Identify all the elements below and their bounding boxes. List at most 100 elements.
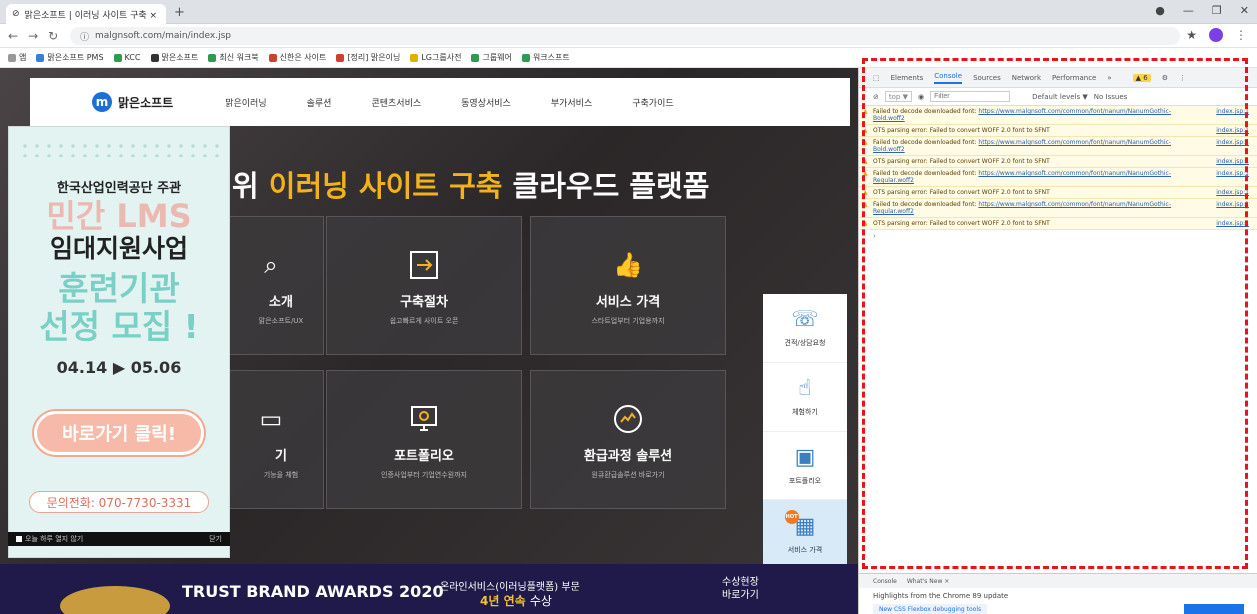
portfolio-monitor-icon [408, 399, 440, 439]
whats-new-link[interactable]: New CSS Flexbox debugging tools [873, 604, 988, 614]
menu-item-guide[interactable]: 구축가이드 [632, 96, 673, 109]
logo-mark-icon: m [92, 92, 112, 112]
headline-highlight: 이러닝 사이트 구축 [268, 169, 503, 203]
learn-more-button[interactable] [1184, 604, 1244, 614]
menu-item-solution[interactable]: 솔루션 [307, 96, 332, 109]
tab-favicon-icon: ⊘ [12, 9, 20, 19]
bookmark-label: 맑은소프트 PMS [47, 53, 104, 62]
popup-hide-today[interactable]: 오늘 하루 열지 않기 [16, 534, 83, 544]
drawer-tabs: Console What's New × [859, 574, 1257, 588]
hero-headline: 위 이러닝 사이트 구축 클라우드 플랫폼 [232, 163, 709, 205]
bookmark-item[interactable]: 맑은소프트 PMS [36, 52, 104, 63]
omnibox[interactable]: ⓘ malgnsoft.com/main/index.jsp [70, 27, 1180, 45]
card-refund[interactable]: 환급과정 솔루션 원큐환급솔루션 바로가기 [530, 370, 726, 509]
quick-item-portfolio[interactable]: ▣ 포트폴리오 [763, 432, 847, 501]
calculator-icon: HOT ▦ [784, 509, 815, 539]
bookmark-icon [336, 53, 345, 62]
card-title: 환급과정 솔루션 [583, 449, 673, 464]
bookmark-item[interactable]: 맑은소프트 [150, 52, 199, 63]
popup-lms: 민간 LMS [46, 197, 192, 235]
site-info-icon[interactable]: ⓘ [80, 30, 89, 43]
site-logo[interactable]: m 맑은소프트 [92, 92, 173, 112]
bookmark-star-icon[interactable]: ★ [1186, 28, 1197, 42]
award-medal-icon [60, 586, 170, 614]
profile-avatar[interactable] [1209, 28, 1223, 42]
bookmark-icon [8, 53, 16, 62]
bookmark-item[interactable]: LG그룹사전 [410, 52, 461, 63]
drawer-tab-whats-new[interactable]: What's New × [907, 578, 949, 585]
address-bar-row: ← → ↻ ⓘ malgnsoft.com/main/index.jsp ★ ⋮ [0, 24, 1257, 48]
popup-footer: 오늘 하루 열지 않기 닫기 [8, 532, 230, 546]
restore-icon[interactable]: ❐ [1212, 4, 1222, 17]
menu-item-elearning[interactable]: 맑은이러닝 [225, 96, 266, 109]
process-icon [408, 245, 440, 285]
devices-icon: ▣ [794, 444, 816, 470]
awards-link[interactable]: 수상현장 바로가기 [722, 576, 759, 602]
site-nav: m 맑은소프트 맑은이러닝 솔루션 콘텐츠서비스 동영상서비스 부가서비스 구축… [30, 78, 850, 126]
drawer-tab-console[interactable]: Console [873, 578, 897, 585]
thumbs-up-icon: 👍 [613, 251, 643, 279]
bookmark-icon [208, 53, 217, 62]
bookmark-icon [521, 53, 530, 62]
awards-years-count: 4년 연속 [480, 594, 526, 608]
bookmark-label: 신한은 사이트 [279, 53, 327, 62]
menu-item-video[interactable]: 동영상서비스 [461, 96, 511, 109]
menu-item-addon[interactable]: 부가서비스 [551, 96, 592, 109]
quick-label: 견적/상담요청 [784, 339, 826, 348]
quick-label: 서비스 가격 [787, 545, 823, 554]
card-price[interactable]: 👍 서비스 가격 스타트업부터 기업용까지 [530, 216, 726, 355]
awards-banner[interactable]: TRUST BRAND AWARDS 2020 온라인서비스(이러닝플랫폼) 부… [0, 564, 858, 614]
bookmark-item[interactable]: [정리] 맑은이닝 [336, 52, 400, 63]
awards-link-line2: 바로가기 [722, 590, 759, 601]
new-tab-button[interactable]: + [174, 5, 185, 20]
devtools-drawer: Console What's New × Highlights from the… [859, 573, 1257, 614]
bookmark-item[interactable]: 그룹웨어 [471, 52, 512, 63]
reload-icon[interactable]: ↻ [48, 29, 58, 43]
popup-phone: 문의전화: 070-7730-3331 [29, 491, 209, 513]
card-process[interactable]: 구축절차 쉽고빠르게 사이트 오픈 [326, 216, 522, 355]
popup-recruit-1: 훈련기관 [58, 269, 180, 308]
awards-subtitle: 온라인서비스(이러닝플랫폼) 부문 [440, 582, 580, 593]
quick-item-price[interactable]: HOT ▦ 서비스 가격 [763, 500, 847, 569]
window-controls: ● — ❐ ✕ [1155, 4, 1249, 17]
red-dashed-highlight [862, 58, 1248, 569]
bookmark-label: LG그룹사전 [421, 53, 462, 62]
awards-years-suffix: 수상 [529, 594, 552, 608]
popup-dates: 04.14 ▶ 05.06 [56, 358, 182, 377]
card-title: 포트폴리오 [394, 449, 454, 464]
card-subtitle: 스타트업부터 기업용까지 [591, 317, 665, 325]
refund-circle-icon [612, 399, 644, 439]
card-subtitle: 원큐환급솔루션 바로가기 [591, 471, 665, 479]
quick-item-consult[interactable]: ☏ 견적/상담요청 [763, 294, 847, 363]
close-icon[interactable]: ✕ [1240, 4, 1249, 17]
bookmark-item[interactable]: KCC [113, 53, 141, 62]
bookmark-icon [36, 53, 45, 62]
browser-tab[interactable]: ⊘ 맑은소프트 | 이러닝 사이트 구축 × [6, 4, 166, 24]
site-menu: 맑은이러닝 솔루션 콘텐츠서비스 동영상서비스 부가서비스 구축가이드 [225, 96, 673, 109]
minimize-icon[interactable]: — [1183, 4, 1194, 17]
tab-title: 맑은소프트 | 이러닝 사이트 구축 × [24, 10, 158, 21]
bookmark-label: 맑은소프트 [161, 53, 199, 62]
drawer-footer: New CSS Flexbox debugging tools [859, 604, 1257, 614]
popup-go-button[interactable]: 바로가기 클릭! [34, 411, 204, 455]
chat-people-icon: ☏ [791, 307, 819, 333]
bookmark-label: [정리] 맑은이닝 [347, 53, 401, 62]
popup-organizer: 한국산업인력공단 주관 [56, 181, 182, 196]
quick-item-trial[interactable]: ☝ 체험하기 [763, 363, 847, 432]
bookmark-item[interactable]: 최신 워크북 [208, 52, 259, 63]
bookmark-item[interactable]: 앱 [8, 52, 26, 63]
card-portfolio[interactable]: 포트폴리오 인증사업부터 기업연수원까지 [326, 370, 522, 509]
popup-program: 임대지원사업 [49, 234, 188, 263]
bookmark-label: KCC [124, 53, 141, 62]
bookmark-item[interactable]: 워크스프트 [521, 52, 570, 63]
headline-part-1: 위 [232, 169, 259, 203]
menu-kebab-icon[interactable]: ⋮ [1235, 28, 1247, 42]
bookmark-item[interactable]: 신한은 사이트 [268, 52, 327, 63]
popup-dots-decoration [19, 141, 219, 157]
profile-dot-icon[interactable]: ● [1155, 4, 1165, 17]
back-icon[interactable]: ← [8, 29, 18, 43]
popup-close-button[interactable]: 닫기 [209, 534, 222, 544]
forward-icon[interactable]: → [28, 29, 38, 43]
menu-item-content[interactable]: 콘텐츠서비스 [371, 96, 421, 109]
bookmark-icon [150, 53, 159, 62]
